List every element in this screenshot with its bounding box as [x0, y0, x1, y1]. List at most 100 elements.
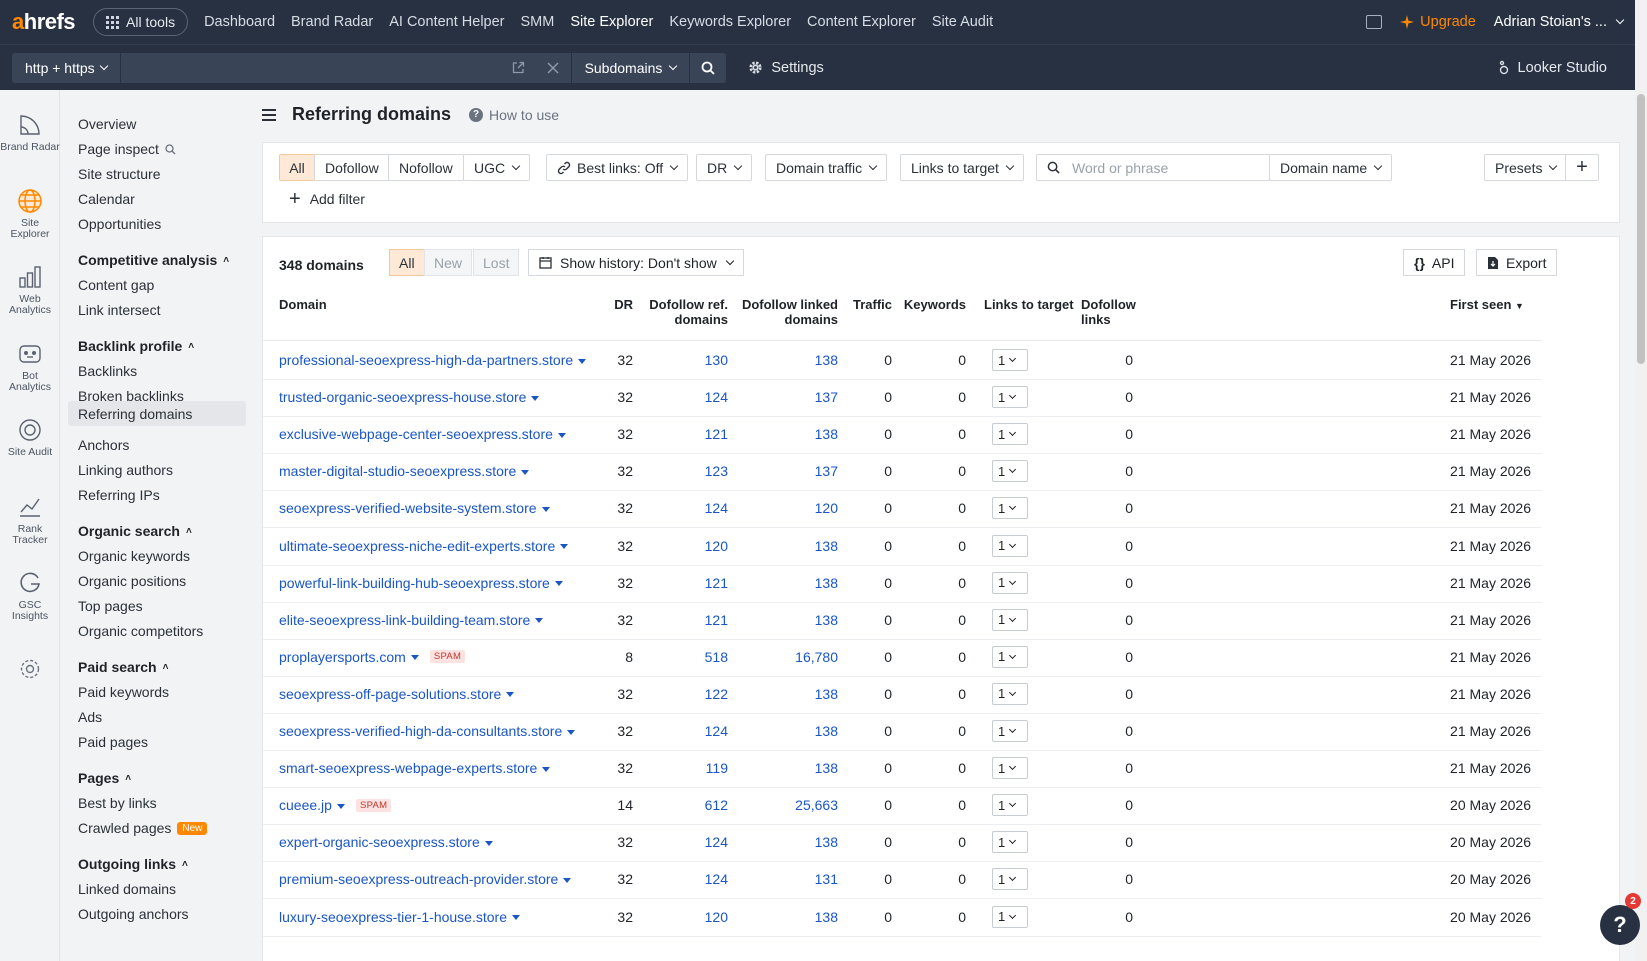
domain-link[interactable]: proplayersports.com SPAM: [279, 649, 466, 665]
domain-link[interactable]: exclusive-webpage-center-seoexpress.stor…: [279, 426, 566, 442]
dropdown-caret-icon[interactable]: [531, 395, 540, 401]
dofollow-ref-domains-link[interactable]: 518: [658, 649, 728, 665]
sidebar-group-competitive[interactable]: Competitive analysis ˄: [78, 252, 229, 268]
ahrefs-logo[interactable]: ahrefs: [12, 9, 76, 35]
dofollow-ref-domains-link[interactable]: 120: [658, 909, 728, 925]
segment-new[interactable]: New: [424, 249, 473, 276]
export-button[interactable]: Export: [1476, 249, 1558, 276]
col-dr[interactable]: DR: [613, 297, 633, 312]
links-to-target-select[interactable]: 1: [992, 905, 1028, 928]
filter-domain-traffic[interactable]: Domain traffic: [765, 154, 888, 181]
dofollow-ref-domains-link[interactable]: 124: [658, 500, 728, 516]
domain-link[interactable]: luxury-seoexpress-tier-1-house.store: [279, 909, 520, 925]
account-menu[interactable]: Adrian Stoian's ...: [1494, 14, 1625, 30]
dofollow-linked-domains-link[interactable]: 25,663: [758, 797, 838, 813]
links-to-target-select[interactable]: 1: [992, 682, 1028, 705]
sidebar-item-organic-positions[interactable]: Organic positions: [78, 573, 186, 589]
dofollow-ref-domains-link[interactable]: 130: [658, 352, 728, 368]
dofollow-ref-domains-link[interactable]: 124: [658, 389, 728, 405]
dofollow-ref-domains-link[interactable]: 124: [658, 871, 728, 887]
domain-link[interactable]: trusted-organic-seoexpress-house.store: [279, 389, 540, 405]
domain-link[interactable]: smart-seoexpress-webpage-experts.store: [279, 760, 551, 776]
search-button[interactable]: [690, 52, 727, 83]
rail-settings[interactable]: [0, 657, 60, 685]
dofollow-linked-domains-link[interactable]: 138: [758, 686, 838, 702]
links-to-target-select[interactable]: 1: [992, 757, 1028, 780]
search-input[interactable]: Word or phrase: [1036, 154, 1270, 181]
sidebar-group-paid-search[interactable]: Paid search ˄: [78, 659, 168, 675]
sidebar-item-calendar[interactable]: Calendar: [78, 191, 135, 207]
rail-rank-tracker[interactable]: Rank Tracker: [0, 494, 60, 546]
help-button[interactable]: ?: [1600, 905, 1640, 945]
looker-studio-button[interactable]: Looker Studio: [1498, 60, 1607, 76]
rail-site-explorer[interactable]: Site Explorer: [0, 188, 60, 240]
domain-link[interactable]: elite-seoexpress-link-building-team.stor…: [279, 612, 544, 628]
sidebar-item-link-intersect[interactable]: Link intersect: [78, 302, 160, 318]
sidebar-group-pages[interactable]: Pages ˄: [78, 770, 131, 786]
sidebar-item-crawled-pages[interactable]: Crawled pages New: [78, 820, 208, 836]
domain-link[interactable]: expert-organic-seoexpress.store: [279, 834, 493, 850]
filter-nofollow[interactable]: Nofollow: [388, 154, 464, 181]
add-filter-button[interactable]: + Add filter: [289, 189, 365, 209]
book-icon[interactable]: [1366, 15, 1383, 29]
page-scrollbar[interactable]: [1635, 0, 1647, 961]
nav-link-content-explorer[interactable]: Content Explorer: [807, 14, 916, 30]
dropdown-caret-icon[interactable]: [535, 618, 544, 624]
sidebar-item-opportunities[interactable]: Opportunities: [78, 216, 161, 232]
filter-domain-name[interactable]: Domain name: [1269, 154, 1393, 181]
col-dofollow-linked-domains[interactable]: Dofollow linked domains: [733, 297, 838, 327]
sidebar-item-ads[interactable]: Ads: [78, 709, 102, 725]
all-tools-button[interactable]: All tools: [93, 8, 189, 36]
nav-link-dashboard[interactable]: Dashboard: [204, 14, 275, 30]
domain-link[interactable]: seoexpress-verified-high-da-consultants.…: [279, 723, 576, 739]
dofollow-ref-domains-link[interactable]: 121: [658, 575, 728, 591]
nav-link-smm[interactable]: SMM: [521, 14, 555, 30]
dropdown-caret-icon[interactable]: [560, 544, 569, 549]
domain-link[interactable]: premium-seoexpress-outreach-provider.sto…: [279, 871, 572, 887]
target-url-input[interactable]: [120, 52, 571, 83]
filter-dofollow[interactable]: Dofollow: [314, 154, 390, 181]
dofollow-ref-domains-link[interactable]: 124: [658, 723, 728, 739]
clear-icon[interactable]: [547, 61, 559, 74]
nav-link-site-explorer[interactable]: Site Explorer: [570, 14, 653, 30]
filter-links-to-target[interactable]: Links to target: [900, 154, 1024, 181]
domain-link[interactable]: ultimate-seoexpress-niche-edit-experts.s…: [279, 538, 569, 554]
add-preset-button[interactable]: +: [1565, 154, 1599, 181]
api-button[interactable]: {} API: [1403, 249, 1466, 276]
settings-button[interactable]: Settings: [748, 60, 824, 76]
sidebar-item-referring-ips[interactable]: Referring IPs: [78, 487, 160, 503]
mode-select[interactable]: Subdomains: [571, 52, 690, 83]
sidebar-group-organic-search[interactable]: Organic search ˄: [78, 523, 192, 539]
sidebar-group-backlink-profile[interactable]: Backlink profile ˄: [78, 338, 194, 354]
col-links-to-target[interactable]: Links to target: [984, 297, 1074, 312]
dropdown-caret-icon[interactable]: [521, 469, 530, 475]
dropdown-caret-icon[interactable]: [563, 877, 572, 883]
dofollow-linked-domains-link[interactable]: 137: [758, 389, 838, 405]
links-to-target-select[interactable]: 1: [992, 720, 1028, 742]
show-history-select[interactable]: Show history: Don't show: [528, 249, 744, 276]
nav-link-brand-radar[interactable]: Brand Radar: [291, 14, 373, 30]
dofollow-linked-domains-link[interactable]: 138: [758, 612, 838, 628]
domain-link[interactable]: professional-seoexpress-high-da-partners…: [279, 352, 587, 368]
dofollow-linked-domains-link[interactable]: 131: [758, 871, 838, 887]
dofollow-linked-domains-link[interactable]: 137: [758, 463, 838, 479]
dofollow-linked-domains-link[interactable]: 138: [758, 352, 838, 368]
links-to-target-select[interactable]: 1: [992, 868, 1028, 891]
dofollow-linked-domains-link[interactable]: 16,780: [758, 649, 838, 665]
dropdown-caret-icon[interactable]: [567, 729, 576, 735]
filter-dr[interactable]: DR: [696, 154, 753, 181]
nav-link-keywords-explorer[interactable]: Keywords Explorer: [669, 14, 791, 30]
dofollow-linked-domains-link[interactable]: 138: [758, 909, 838, 925]
sidebar-item-organic-competitors[interactable]: Organic competitors: [78, 623, 203, 639]
dofollow-ref-domains-link[interactable]: 124: [658, 834, 728, 850]
sidebar-item-paid-keywords[interactable]: Paid keywords: [78, 684, 169, 700]
segment-all[interactable]: All: [389, 249, 425, 276]
dofollow-linked-domains-link[interactable]: 138: [758, 834, 838, 850]
domain-link[interactable]: master-digital-studio-seoexpress.store: [279, 463, 530, 479]
dofollow-ref-domains-link[interactable]: 120: [658, 538, 728, 554]
dofollow-ref-domains-link[interactable]: 119: [658, 760, 728, 776]
dofollow-ref-domains-link[interactable]: 121: [658, 612, 728, 628]
rail-gsc-insights[interactable]: GSC Insights: [0, 570, 60, 622]
protocol-select[interactable]: http + https: [12, 52, 120, 83]
rail-bot-analytics[interactable]: Bot Analytics: [0, 341, 60, 393]
